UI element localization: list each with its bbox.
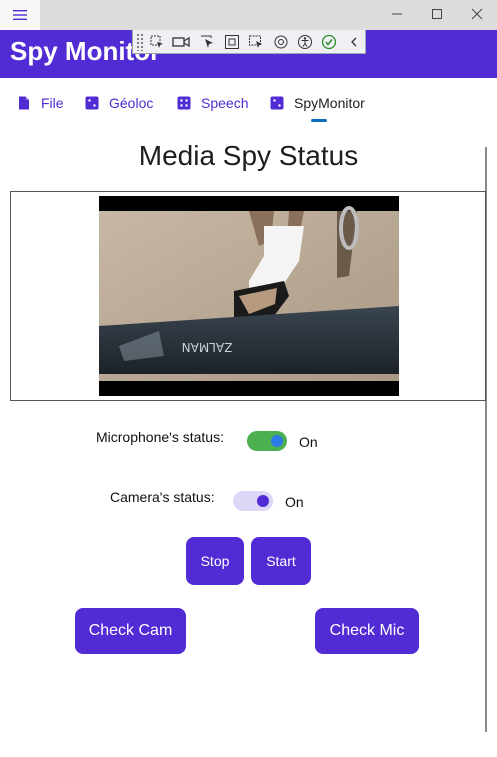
selected-tab-indicator xyxy=(311,119,327,122)
camera-toggle[interactable] xyxy=(233,491,273,511)
microphone-toggle[interactable] xyxy=(247,431,287,451)
menu-item-spymonitor-label: SpyMonitor xyxy=(294,95,365,111)
track-focus-button[interactable] xyxy=(245,32,267,52)
file-icon xyxy=(19,96,29,110)
menu-item-speech[interactable]: Speech xyxy=(177,92,248,114)
close-icon xyxy=(471,8,483,20)
camera-toggle-knob xyxy=(257,495,269,507)
minimize-icon xyxy=(392,13,402,15)
pointer-button[interactable] xyxy=(196,32,218,52)
camera-status-label: Camera's status: xyxy=(110,489,215,505)
maximize-icon xyxy=(432,9,442,19)
debug-toolbar xyxy=(132,30,366,54)
layout-bounds-button[interactable] xyxy=(221,32,243,52)
microphone-state-text: On xyxy=(299,434,318,450)
hamburger-icon xyxy=(13,10,27,20)
checkmark-button[interactable] xyxy=(318,32,340,52)
menu-item-file[interactable]: File xyxy=(17,92,64,114)
chevron-left-icon xyxy=(350,37,357,46)
camera-state-text: On xyxy=(285,494,304,510)
minimize-button[interactable] xyxy=(377,0,417,28)
accessibility-icon xyxy=(298,34,312,49)
menu-item-spymonitor[interactable]: SpyMonitor xyxy=(270,92,365,114)
start-button[interactable]: Start xyxy=(251,537,311,585)
pointer-icon xyxy=(201,35,214,48)
check-mic-button[interactable]: Check Mic xyxy=(315,608,419,654)
collapse-toolbar-button[interactable] xyxy=(343,32,365,52)
binding-failures-button[interactable] xyxy=(269,32,291,52)
microphone-toggle-knob xyxy=(271,435,283,447)
page-title: Media Spy Status xyxy=(138,140,359,171)
video-camera-icon xyxy=(172,36,190,47)
track-focus-icon xyxy=(249,35,263,48)
menu-bar xyxy=(0,78,497,126)
close-button[interactable] xyxy=(457,0,497,28)
dice-icon xyxy=(270,96,284,110)
camera-feed-image: ZALMAN xyxy=(99,196,399,396)
accessibility-button[interactable] xyxy=(294,32,316,52)
menu-item-file-label: File xyxy=(41,95,64,111)
menu-item-speech-label: Speech xyxy=(201,95,249,111)
checkmark-circle-icon xyxy=(322,34,337,49)
dice-icon xyxy=(177,96,191,110)
hamburger-menu-button[interactable] xyxy=(0,0,40,30)
layout-bounds-icon xyxy=(224,34,239,49)
camera-preview: ZALMAN xyxy=(99,196,399,396)
check-cam-button[interactable]: Check Cam xyxy=(75,608,186,654)
menu-item-geoloc[interactable]: Géoloc xyxy=(85,92,153,114)
video-camera-button[interactable] xyxy=(170,32,192,52)
menu-item-geoloc-label: Géoloc xyxy=(109,95,154,111)
select-element-icon xyxy=(150,35,163,48)
dice-icon xyxy=(85,96,99,110)
stop-button[interactable]: Stop xyxy=(186,537,244,585)
microphone-status-label: Microphone's status: xyxy=(96,429,224,445)
binding-failures-icon xyxy=(274,35,288,48)
maximize-button[interactable] xyxy=(417,0,457,28)
grip-icon[interactable] xyxy=(136,32,144,51)
select-element-button[interactable] xyxy=(145,32,167,52)
svg-text:ZALMAN: ZALMAN xyxy=(182,340,233,354)
